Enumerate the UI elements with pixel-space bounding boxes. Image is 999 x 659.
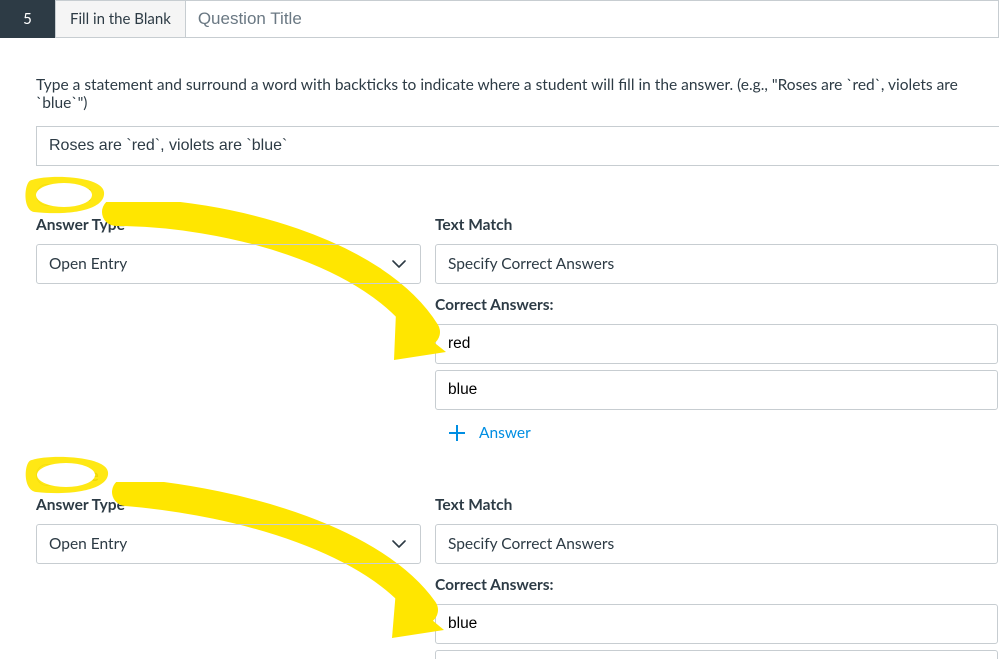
correct-answers-label: Correct Answers: — [435, 296, 998, 314]
blank-index-badge: 1 — [36, 184, 58, 206]
blank-section-1: 1 red Answer Type Open Entry Text Match — [36, 184, 999, 450]
blank-index-badge: 2 — [36, 464, 58, 486]
blank-section-2: 2 blue Answer Type Open Entry Text Match — [36, 464, 999, 659]
answer-type-select[interactable]: Open Entry — [36, 244, 421, 284]
answer-type-label: Answer Type — [36, 496, 435, 514]
add-answer-label: Answer — [479, 424, 531, 442]
question-type-label[interactable]: Fill in the Blank — [55, 0, 185, 38]
answer-type-value: Open Entry — [49, 255, 127, 273]
statement-input[interactable] — [36, 126, 999, 166]
chevron-down-icon — [392, 537, 406, 551]
text-match-value: Specify Correct Answers — [448, 255, 614, 273]
add-answer-button[interactable]: Answer — [435, 416, 998, 450]
plus-icon — [449, 425, 465, 441]
text-match-select[interactable]: Specify Correct Answers — [435, 524, 998, 564]
correct-answer-input[interactable] — [435, 324, 998, 364]
correct-answer-input[interactable] — [435, 604, 998, 644]
text-match-select[interactable]: Specify Correct Answers — [435, 244, 998, 284]
question-header: 5 Fill in the Blank — [0, 0, 999, 38]
text-match-value: Specify Correct Answers — [448, 535, 614, 553]
blank-word: blue — [68, 466, 99, 485]
text-match-label: Text Match — [435, 216, 998, 234]
text-match-label: Text Match — [435, 496, 998, 514]
correct-answers-label: Correct Answers: — [435, 576, 998, 594]
question-title-input[interactable] — [185, 0, 999, 38]
answer-type-select[interactable]: Open Entry — [36, 524, 421, 564]
correct-answer-input[interactable] — [435, 650, 998, 659]
answer-type-value: Open Entry — [49, 535, 127, 553]
question-number: 5 — [0, 0, 55, 38]
correct-answer-input[interactable] — [435, 370, 998, 410]
instruction-text: Type a statement and surround a word wit… — [36, 76, 999, 112]
answer-type-label: Answer Type — [36, 216, 435, 234]
blank-word: red — [68, 186, 91, 205]
chevron-down-icon — [392, 257, 406, 271]
